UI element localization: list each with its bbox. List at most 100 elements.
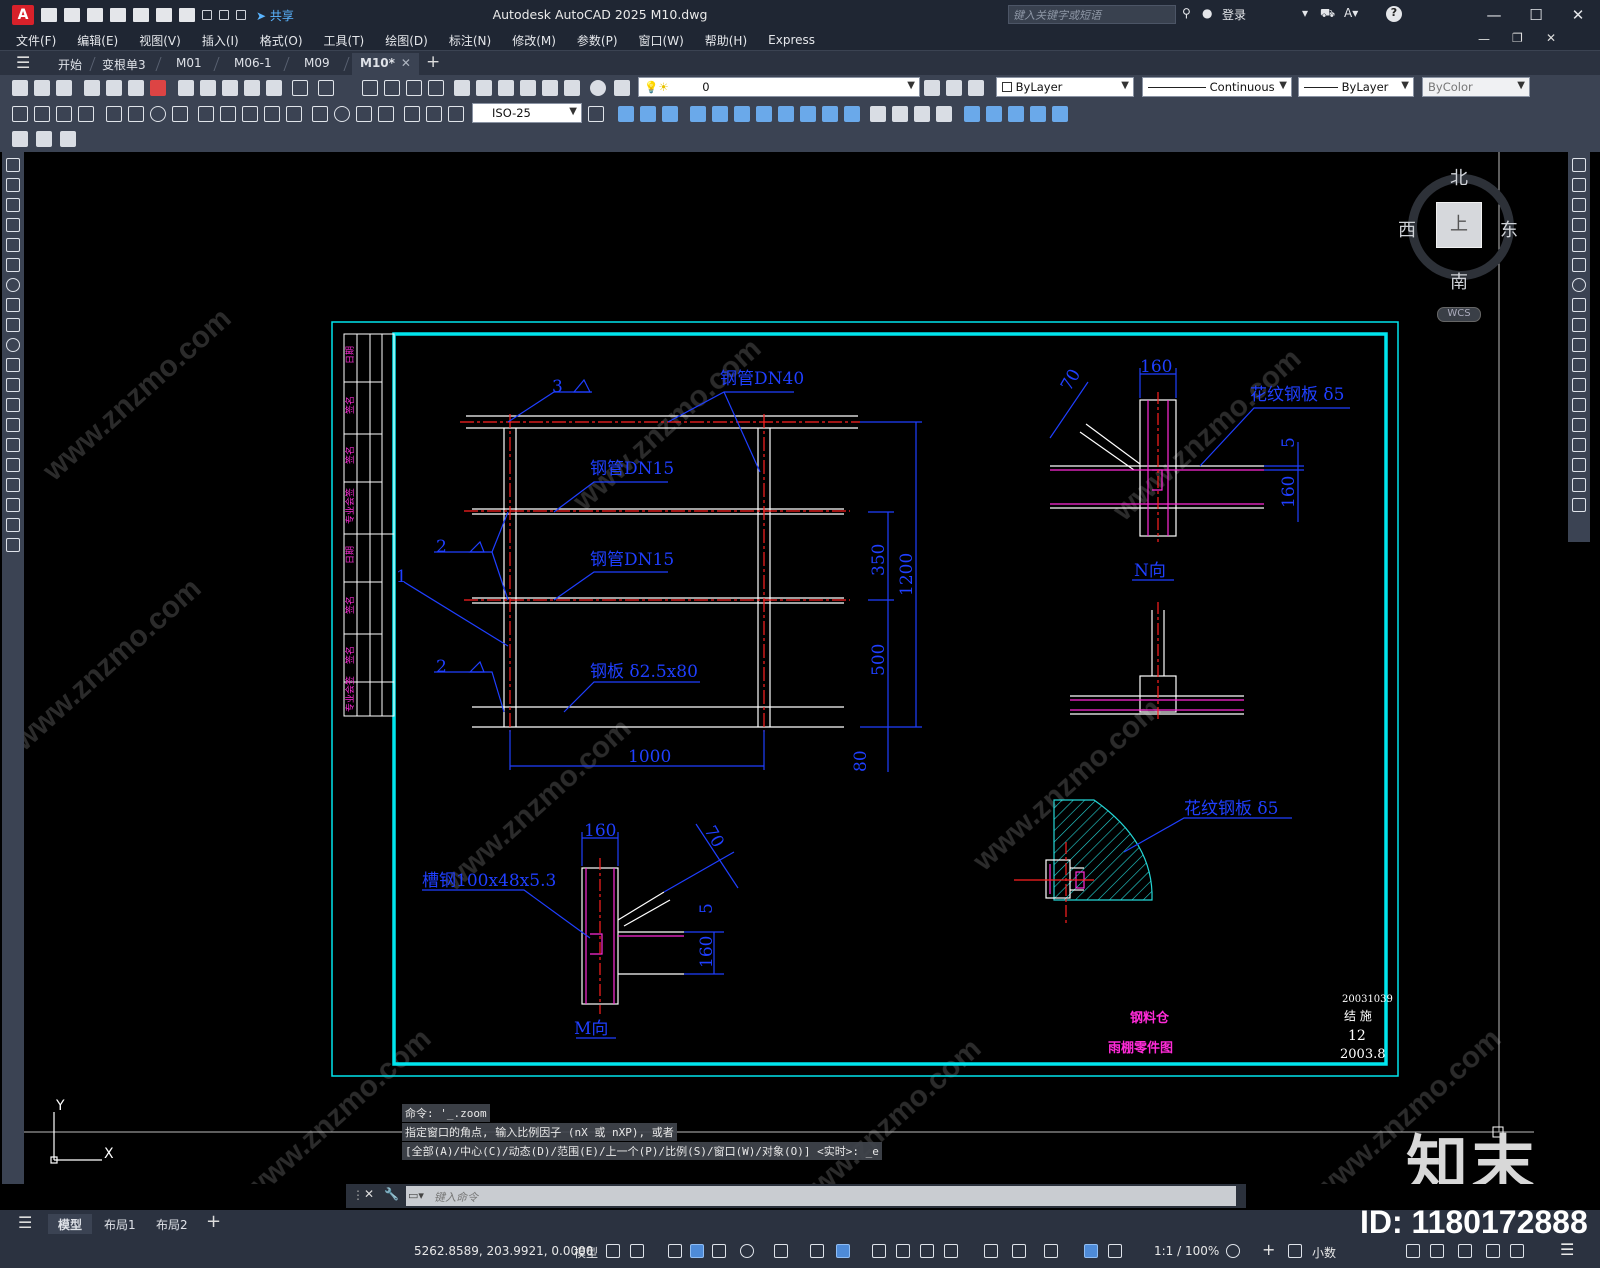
menu-edit[interactable]: 编辑(E) — [77, 32, 118, 49]
revision-cloud-icon[interactable] — [6, 298, 20, 312]
continue-icon[interactable] — [242, 106, 258, 122]
graphics-performance-icon[interactable] — [1486, 1244, 1500, 1258]
tab-start[interactable]: 开始 — [50, 53, 90, 75]
polygon-icon[interactable] — [6, 218, 20, 232]
gradient-icon[interactable] — [6, 458, 20, 472]
tab-file-active[interactable]: M10* ✕ — [352, 53, 419, 75]
menu-format[interactable]: 格式(O) — [260, 32, 303, 49]
ellipse-arc-icon[interactable] — [6, 358, 20, 372]
dynamic-ucs-icon[interactable] — [984, 1244, 998, 1258]
scale-icon[interactable] — [1572, 298, 1586, 312]
menu-view[interactable]: 视图(V) — [139, 32, 181, 49]
dimension-update-icon[interactable] — [448, 106, 464, 122]
new-tab-icon[interactable]: + — [426, 52, 440, 72]
pan-icon[interactable] — [362, 80, 378, 96]
drawing-canvas[interactable]: www.znzmo.com www.znzmo.com www.znzmo.co… — [24, 152, 1566, 1184]
customization-icon[interactable]: ☰ — [1560, 1240, 1574, 1259]
cut-icon[interactable] — [178, 80, 194, 96]
menu-tools[interactable]: 工具(T) — [324, 32, 365, 49]
menu-modify[interactable]: 修改(M) — [512, 32, 556, 49]
tab-file[interactable]: M09 — [296, 53, 338, 75]
insert-block-icon[interactable] — [6, 378, 20, 392]
user-icon[interactable]: ● — [1202, 6, 1212, 20]
extend-icon[interactable] — [1572, 358, 1586, 372]
isodraft-icon[interactable] — [774, 1244, 788, 1258]
ucs-face-icon[interactable] — [1030, 106, 1046, 122]
dropdown-arrow-icon[interactable]: ▾ — [1302, 6, 1308, 20]
make-block-icon[interactable] — [36, 131, 52, 147]
selection-filter-icon[interactable] — [1012, 1244, 1026, 1258]
menu-insert[interactable]: 插入(I) — [202, 32, 239, 49]
snap-icon[interactable] — [630, 1244, 644, 1258]
dimstyle-dropdown[interactable]: ISO-25 ▼ — [472, 103, 582, 123]
hamburger-menu-icon[interactable]: ☰ — [16, 53, 30, 72]
construction-line-icon[interactable] — [6, 178, 20, 192]
workspace-gear-icon[interactable] — [1226, 1244, 1240, 1258]
arc-icon[interactable] — [6, 258, 20, 272]
units-icon[interactable] — [1288, 1244, 1302, 1258]
mirror-icon[interactable] — [1572, 198, 1586, 212]
calculator-icon[interactable] — [564, 80, 580, 96]
rotate-icon[interactable] — [1572, 278, 1586, 292]
arc-length-icon[interactable] — [56, 106, 72, 122]
wcs-menu[interactable]: WCS — [1437, 307, 1481, 322]
stretch-icon[interactable] — [1572, 318, 1586, 332]
coordinates-readout[interactable]: 5262.8589, 203.9921, 0.0000 — [414, 1244, 593, 1258]
grip-icon[interactable]: ⋮ — [352, 1188, 364, 1202]
ortho-icon[interactable] — [712, 1244, 726, 1258]
array-icon[interactable] — [1572, 238, 1586, 252]
menu-draw[interactable]: 绘图(D) — [385, 32, 428, 49]
insert-block-icon[interactable] — [12, 131, 28, 147]
linetype-dropdown[interactable]: Continuous ▼ — [1142, 77, 1292, 97]
annotation-monitor-icon[interactable]: + — [1262, 1240, 1275, 1259]
jogged-linear-icon[interactable] — [378, 106, 394, 122]
fillet-icon[interactable] — [1572, 458, 1586, 472]
cart-icon[interactable]: ⛟ — [1320, 6, 1335, 22]
a360-icon[interactable]: A▾ — [1344, 6, 1358, 20]
tool-palettes-icon[interactable] — [498, 80, 514, 96]
plot-preview-icon[interactable] — [106, 80, 122, 96]
view-front-icon[interactable] — [618, 106, 634, 122]
color-dropdown[interactable]: ByLayer ▼ — [996, 77, 1134, 97]
publish-icon[interactable] — [128, 80, 144, 96]
plot-icon[interactable] — [84, 80, 100, 96]
blend-curves-icon[interactable] — [1572, 478, 1586, 492]
spline-icon[interactable] — [6, 318, 20, 332]
compass-east[interactable]: 东 — [1500, 216, 1518, 242]
lock-ui-icon[interactable] — [1430, 1244, 1444, 1258]
view-se-icon[interactable] — [778, 106, 794, 122]
open-icon[interactable] — [34, 80, 50, 96]
compass-north[interactable]: 北 — [1450, 164, 1468, 190]
selection-cycling-icon[interactable] — [920, 1244, 934, 1258]
command-prompt-icon[interactable]: ▭▾ — [408, 1189, 424, 1202]
rectangle-icon[interactable] — [6, 238, 20, 252]
layout-menu-icon[interactable]: ☰ — [18, 1213, 32, 1232]
plotstyle-dropdown[interactable]: ByColor ▼ — [1422, 77, 1530, 97]
ellipse-icon[interactable] — [6, 338, 20, 352]
ucs-world-icon[interactable] — [986, 106, 1002, 122]
compass-south[interactable]: 南 — [1450, 268, 1468, 294]
save-icon[interactable] — [56, 80, 72, 96]
line-icon[interactable] — [6, 158, 20, 172]
diameter-icon[interactable] — [150, 106, 166, 122]
new-icon[interactable] — [12, 80, 28, 96]
menu-help[interactable]: 帮助(H) — [705, 32, 747, 49]
dimension-style-icon[interactable] — [588, 106, 604, 122]
polar-icon[interactable] — [740, 1244, 754, 1258]
tab-model[interactable]: 模型 — [48, 1214, 93, 1234]
break-at-point-icon[interactable] — [1572, 378, 1586, 392]
jogged-icon[interactable] — [128, 106, 144, 122]
transparency-icon[interactable] — [896, 1244, 910, 1258]
quick-properties-icon[interactable] — [1406, 1244, 1420, 1258]
search-input[interactable]: 键入关键字或短语 — [1008, 5, 1176, 24]
doc-restore-button[interactable]: ❐ — [1512, 31, 1523, 45]
dimension-space-icon[interactable] — [264, 106, 280, 122]
undo-icon[interactable] — [292, 80, 308, 96]
ucs-view-icon[interactable] — [1052, 106, 1068, 122]
copy-icon[interactable] — [200, 80, 216, 96]
menu-dimension[interactable]: 标注(N) — [449, 32, 491, 49]
sheet-set-icon[interactable] — [520, 80, 536, 96]
menu-window[interactable]: 窗口(W) — [639, 32, 684, 49]
login-button[interactable]: 登录 — [1222, 6, 1246, 23]
chamfer-icon[interactable] — [1572, 438, 1586, 452]
